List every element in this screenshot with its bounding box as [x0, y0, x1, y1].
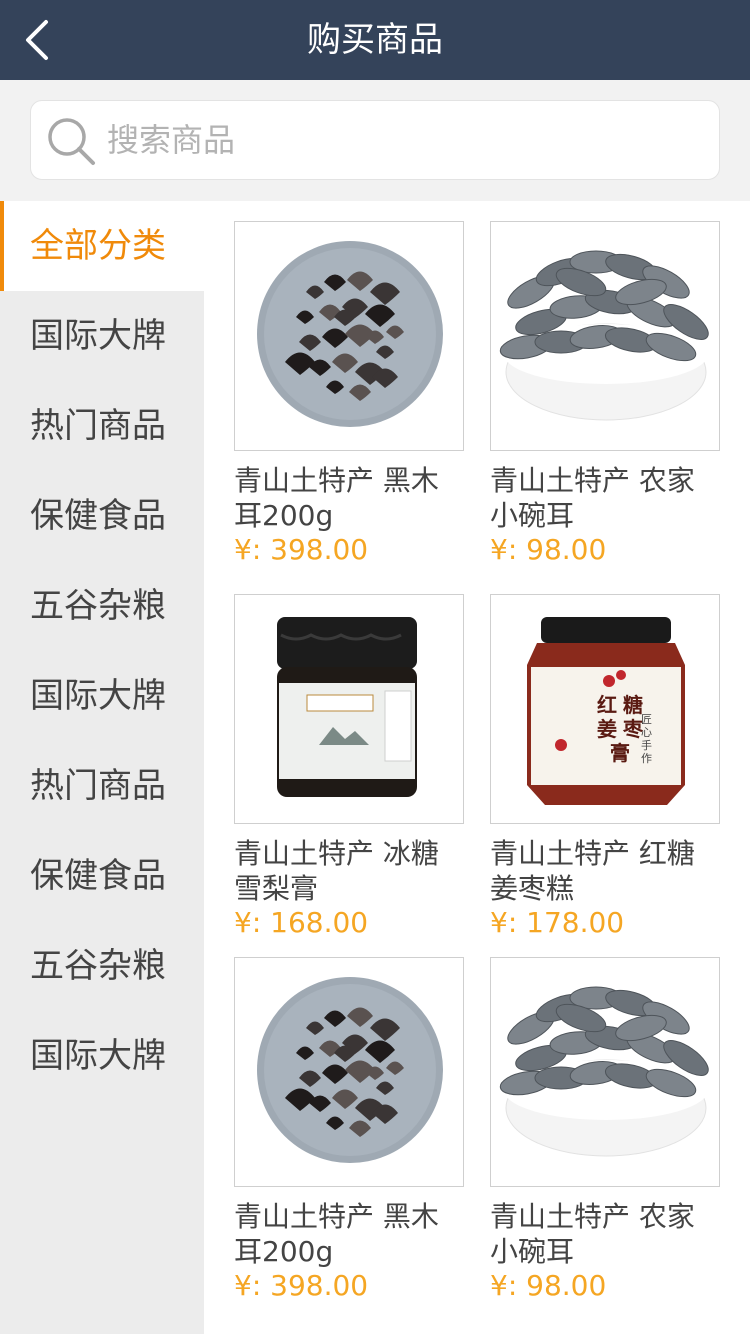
- product-image[interactable]: [234, 957, 464, 1187]
- search-box[interactable]: [30, 100, 720, 180]
- product-name[interactable]: 青山土特产 冰糖雪梨膏: [234, 836, 466, 906]
- product-card[interactable]: 青山土特产 冰糖雪梨膏 ¥: 168.00: [234, 594, 466, 940]
- product-image[interactable]: [234, 221, 464, 451]
- sidebar-item[interactable]: 国际大牌: [0, 651, 204, 741]
- product-card[interactable]: 红糖姜 枣膏 匠心手作青山土特产 红糖姜枣糕 ¥: 178.00: [490, 594, 722, 940]
- product-price: ¥: 98.00: [490, 1269, 607, 1302]
- sidebar-item[interactable]: 国际大牌: [0, 291, 204, 381]
- product-name[interactable]: 青山土特产 黑木耳200g: [234, 463, 466, 533]
- product-name[interactable]: 青山土特产 黑木耳200g: [234, 1199, 466, 1269]
- product-price: ¥: 178.00: [490, 906, 625, 939]
- jar-label-char: 红: [597, 693, 617, 717]
- product-price: ¥: 398.00: [234, 1269, 369, 1302]
- product-image[interactable]: [490, 957, 720, 1187]
- product-card[interactable]: 青山土特产 黑木耳200g ¥: 398.00: [234, 221, 466, 567]
- sidebar-item[interactable]: 国际大牌: [0, 1011, 204, 1101]
- product-name[interactable]: 青山土特产 红糖姜枣糕: [490, 836, 722, 906]
- product-name[interactable]: 青山土特产 农家小碗耳: [490, 463, 722, 533]
- product-price: ¥: 398.00: [234, 533, 369, 566]
- jar-label-char: 姜: [597, 717, 617, 741]
- search-bar: [0, 80, 750, 201]
- sidebar-item[interactable]: 热门商品: [0, 741, 204, 831]
- sidebar-item[interactable]: 五谷杂粮: [0, 561, 204, 651]
- product-card[interactable]: 青山土特产 农家小碗耳 ¥: 98.00: [490, 221, 722, 567]
- sidebar-item[interactable]: 全部分类: [0, 201, 204, 291]
- product-card[interactable]: 青山土特产 黑木耳200g ¥: 398.00: [234, 957, 466, 1303]
- jar-label-sub: 匠心手作: [641, 713, 652, 765]
- product-price: ¥: 168.00: [234, 906, 369, 939]
- product-image[interactable]: [490, 221, 720, 451]
- sidebar-item[interactable]: 热门商品: [0, 381, 204, 471]
- product-grid: 青山土特产 黑木耳200g ¥: 398.00 青山土特产 农家小碗耳 ¥: 98.0…: [204, 201, 750, 1334]
- product-image[interactable]: 红糖姜 枣膏 匠心手作: [490, 594, 720, 824]
- sidebar-item[interactable]: 保健食品: [0, 471, 204, 561]
- category-sidebar: 全部分类 国际大牌 热门商品 保健食品 五谷杂粮 国际大牌 热门商品 保健食品 五谷杂粮 国际大牌: [0, 201, 204, 1334]
- search-icon: [48, 118, 95, 165]
- product-image[interactable]: [234, 594, 464, 824]
- sidebar-item[interactable]: 五谷杂粮: [0, 921, 204, 1011]
- search-input[interactable]: [107, 111, 697, 169]
- product-card[interactable]: 青山土特产 农家小碗耳 ¥: 98.00: [490, 957, 722, 1303]
- product-price: ¥: 98.00: [490, 533, 607, 566]
- product-name[interactable]: 青山土特产 农家小碗耳: [490, 1199, 722, 1269]
- jar-label-char: 膏: [610, 741, 630, 765]
- app-header: 购买商品: [0, 0, 750, 80]
- sidebar-item[interactable]: 保健食品: [0, 831, 204, 921]
- page-title: 购买商品: [307, 20, 443, 60]
